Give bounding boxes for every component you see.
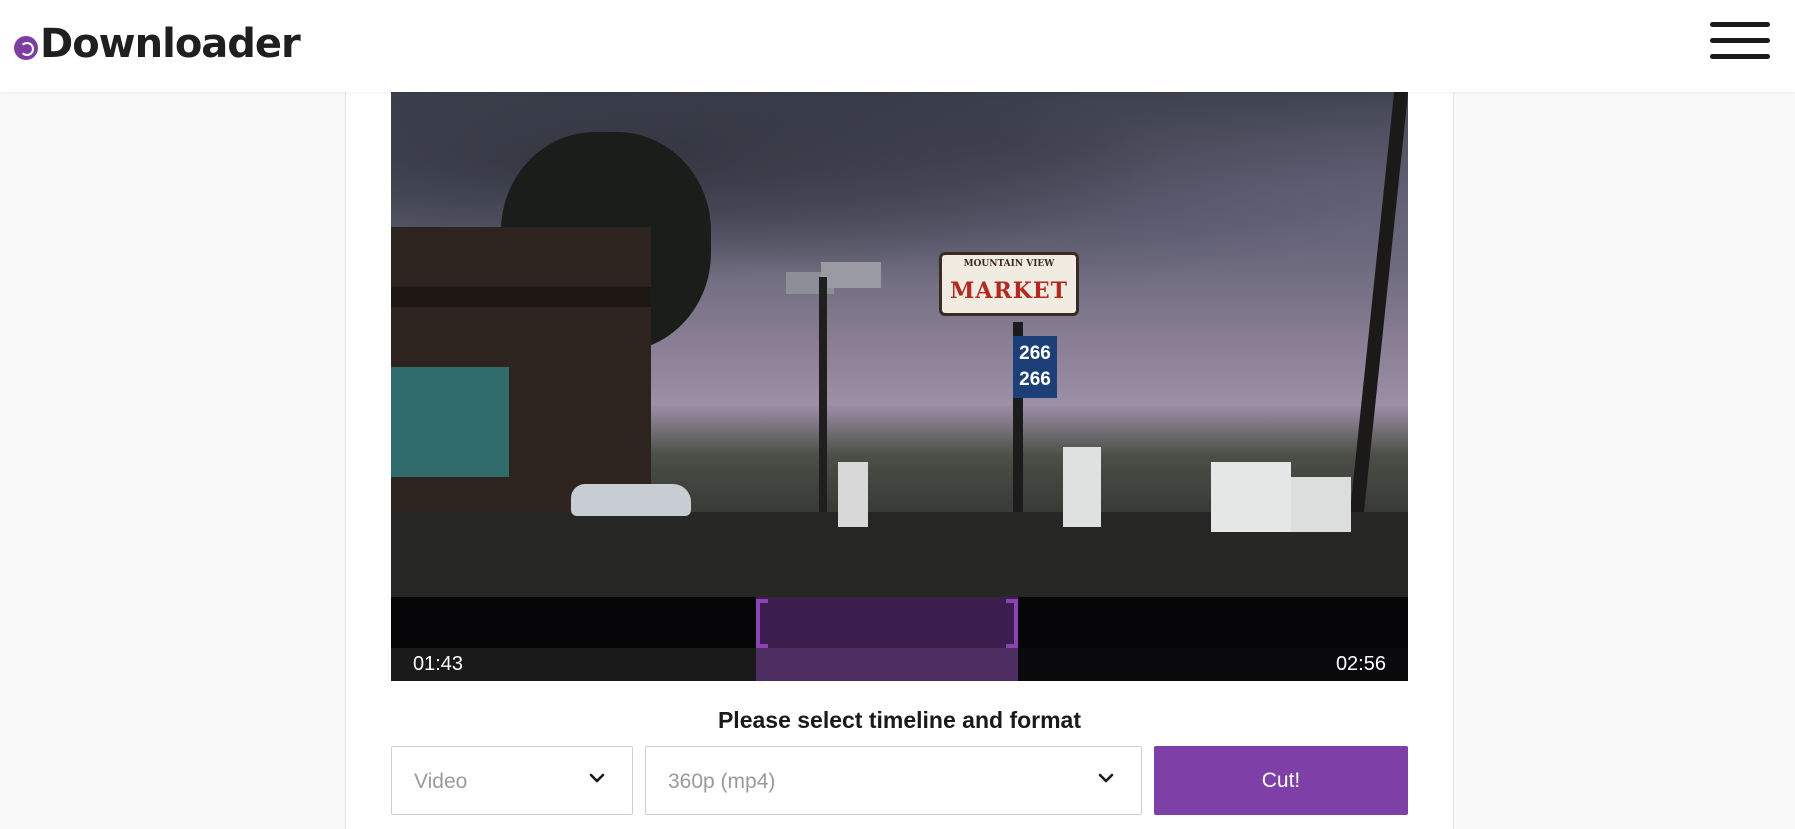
light-pole bbox=[819, 277, 827, 547]
end-time: 02:56 bbox=[1335, 653, 1386, 675]
logo[interactable]: Downloader bbox=[14, 21, 301, 67]
utility-box bbox=[1063, 447, 1101, 527]
market-sign: MOUNTAIN VIEW MARKET bbox=[939, 252, 1079, 316]
sign-subtitle: MOUNTAIN VIEW bbox=[963, 259, 1055, 269]
end-handle[interactable] bbox=[1006, 599, 1018, 648]
chevron-down-icon bbox=[1098, 773, 1114, 783]
instruction-text: Please select timeline and format bbox=[717, 707, 1082, 733]
start-handle[interactable] bbox=[756, 599, 768, 648]
car bbox=[571, 484, 691, 516]
street-light bbox=[821, 262, 881, 288]
price-top: 266 bbox=[1019, 343, 1051, 364]
menu-bar bbox=[1710, 54, 1770, 59]
e-logo-icon bbox=[14, 36, 38, 60]
chevron-down-icon bbox=[589, 773, 605, 783]
format-select[interactable]: 360p (mp4) bbox=[645, 746, 1142, 815]
utility-box bbox=[1211, 462, 1291, 532]
cut-button[interactable]: Cut! bbox=[1154, 746, 1408, 815]
store-window bbox=[391, 367, 509, 477]
timeline-bar[interactable]: 01:43 02:56 bbox=[391, 597, 1408, 681]
sign-title: MARKET bbox=[950, 278, 1068, 304]
store-roof bbox=[391, 287, 651, 307]
site-header: Downloader bbox=[0, 0, 1795, 92]
menu-bar bbox=[1710, 38, 1770, 43]
video-preview[interactable]: MOUNTAIN VIEW MARKET 266 266 bbox=[391, 92, 1408, 597]
media-type-value: Video bbox=[414, 770, 468, 793]
format-value: 360p (mp4) bbox=[668, 770, 776, 793]
gas-price-sign: 266 266 bbox=[1013, 336, 1057, 398]
utility-box bbox=[1291, 477, 1351, 532]
timeline-selection-lower bbox=[756, 648, 1018, 681]
gas-pump bbox=[838, 462, 868, 527]
media-type-select[interactable]: Video bbox=[391, 746, 633, 815]
menu-bar bbox=[1710, 22, 1770, 27]
logo-text: Downloader bbox=[40, 21, 301, 67]
price-bottom: 266 bbox=[1019, 369, 1051, 390]
hamburger-menu-icon[interactable] bbox=[1710, 20, 1772, 62]
start-time: 01:43 bbox=[413, 653, 464, 675]
